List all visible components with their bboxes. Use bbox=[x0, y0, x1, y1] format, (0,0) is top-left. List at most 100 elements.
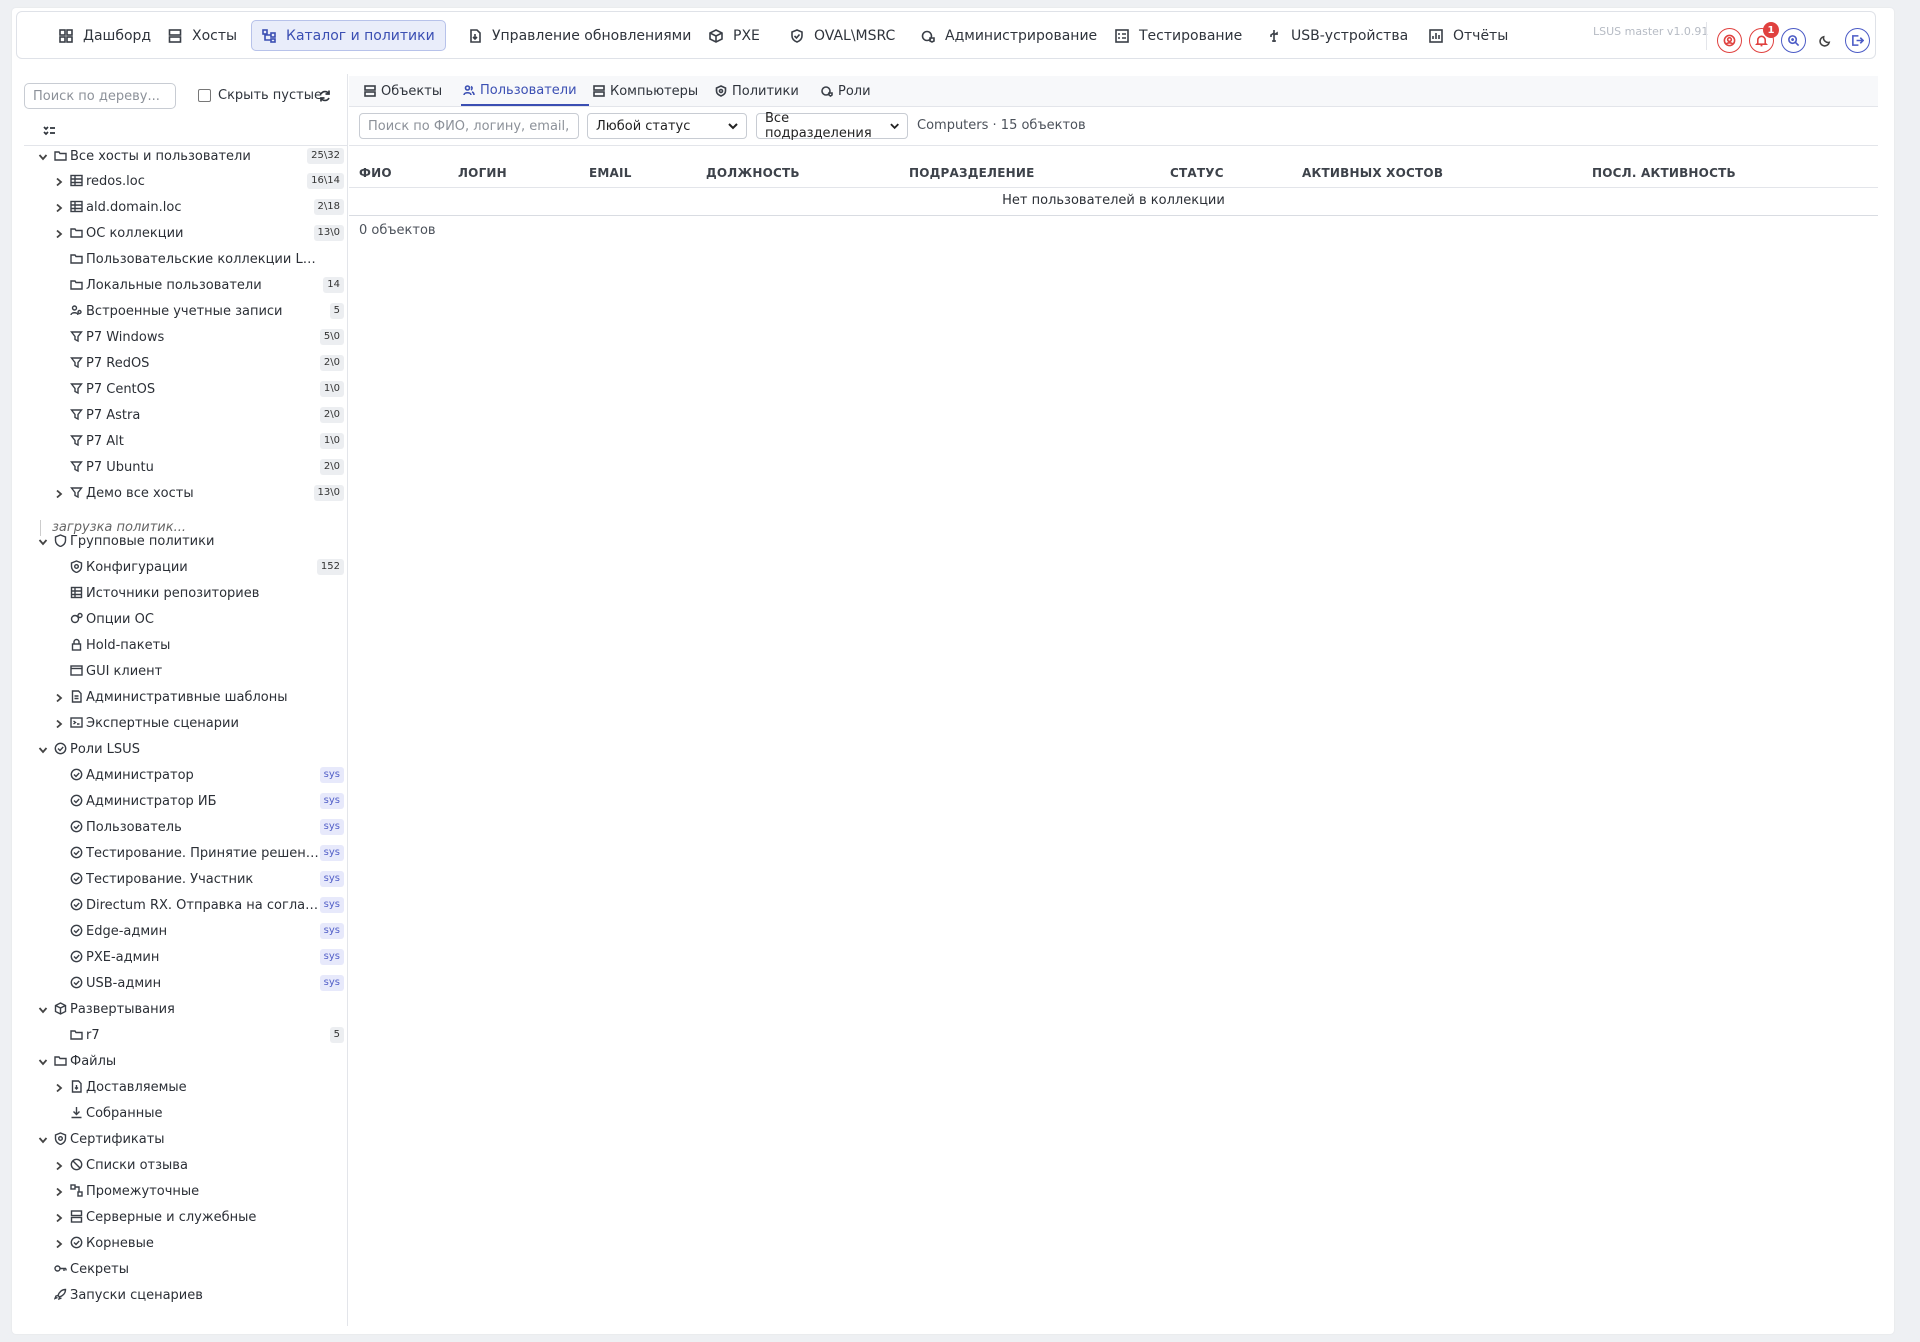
tree-item[interactable]: ald.domain.loc 2\18 bbox=[24, 195, 344, 219]
tree-item[interactable]: Развертывания bbox=[24, 997, 344, 1021]
tree-item[interactable]: Конфигурации 152 bbox=[24, 555, 344, 579]
tree-item[interactable]: Роли LSUS bbox=[24, 737, 344, 761]
tree-item[interactable]: Серверные и служебные bbox=[24, 1205, 344, 1229]
column-header-fio[interactable]: ФИО bbox=[359, 166, 392, 180]
column-header-department[interactable]: ПОДРАЗДЕЛЕНИЕ bbox=[909, 166, 1034, 180]
tree-item[interactable]: Списки отзыва bbox=[24, 1153, 344, 1177]
tree-item[interactable]: Тестирование. Участник sys bbox=[24, 867, 344, 891]
nav-administration[interactable]: Администрирование bbox=[911, 20, 1107, 51]
tree-item[interactable]: PXE-админ sys bbox=[24, 945, 344, 969]
chevron-down-icon[interactable] bbox=[38, 151, 48, 161]
chevron-down-icon[interactable] bbox=[38, 1004, 48, 1014]
tree-item[interactable]: Р7 CentOS 1\0 bbox=[24, 377, 344, 401]
hide-empty-toggle[interactable]: Скрыть пустые bbox=[198, 88, 322, 103]
tree-item[interactable]: Промежуточные bbox=[24, 1179, 344, 1203]
tree-item[interactable]: Запуски сценариев bbox=[24, 1283, 344, 1307]
nav-dashboard[interactable]: Дашборд bbox=[49, 20, 161, 51]
tree-item[interactable]: Пользовательские коллекции LSUS bbox=[24, 247, 344, 271]
tab-policies[interactable]: Политики bbox=[715, 76, 799, 106]
tree-item[interactable]: Опции ОС bbox=[24, 607, 344, 631]
collapse-all-icon[interactable] bbox=[42, 122, 56, 136]
tab-users[interactable]: Пользователи bbox=[461, 76, 589, 106]
tree-item[interactable]: Демо все хосты 13\0 bbox=[24, 481, 344, 505]
chevron-right-icon[interactable] bbox=[54, 1212, 64, 1223]
theme-toggle-button[interactable] bbox=[1813, 28, 1838, 53]
tree-item[interactable]: Экспертные сценарии bbox=[24, 711, 344, 735]
tree-item[interactable]: Тестирование. Принятие решений sys bbox=[24, 841, 344, 865]
user-profile-button[interactable] bbox=[1717, 28, 1742, 53]
column-header-active-hosts[interactable]: АКТИВНЫХ ХОСТОВ bbox=[1302, 166, 1443, 180]
users-search-input[interactable] bbox=[359, 113, 579, 139]
tree-item-label: Экспертные сценарии bbox=[86, 715, 239, 731]
nav-reports[interactable]: Отчёты bbox=[1419, 20, 1518, 51]
search-zoom-button[interactable] bbox=[1781, 28, 1806, 53]
tree-item[interactable]: Пользователь sys bbox=[24, 815, 344, 839]
tree-item[interactable]: Edge-админ sys bbox=[24, 919, 344, 943]
tree-item[interactable]: Все хосты и пользователи 25\32 bbox=[24, 144, 344, 168]
tree-item[interactable]: ОС коллекции 13\0 bbox=[24, 221, 344, 245]
chevron-right-icon[interactable] bbox=[54, 1238, 64, 1249]
nav-catalog-policies[interactable]: Каталог и политики bbox=[251, 20, 446, 51]
tree-item[interactable]: r7 5 bbox=[24, 1023, 344, 1047]
tree-item[interactable]: Файлы bbox=[24, 1049, 344, 1073]
chevron-right-icon[interactable] bbox=[54, 488, 64, 499]
chevron-right-icon[interactable] bbox=[54, 1160, 64, 1171]
tree-item[interactable]: Сертификаты bbox=[24, 1127, 344, 1151]
tree-item[interactable]: Р7 Windows 5\0 bbox=[24, 325, 344, 349]
refresh-icon[interactable] bbox=[318, 88, 332, 102]
tree-item[interactable]: Корневые bbox=[24, 1231, 344, 1255]
column-header-status[interactable]: СТАТУС bbox=[1170, 166, 1224, 180]
tree-item[interactable]: Встроенные учетные записи 5 bbox=[24, 299, 344, 323]
chevron-down-icon[interactable] bbox=[38, 744, 48, 754]
tree-item[interactable]: USB-админ sys bbox=[24, 971, 344, 995]
department-filter-select[interactable]: Все подразделения bbox=[756, 111, 908, 141]
chevron-right-icon[interactable] bbox=[54, 692, 64, 703]
tree-item[interactable]: Р7 Alt 1\0 bbox=[24, 429, 344, 453]
nav-pxe[interactable]: PXE bbox=[699, 20, 770, 51]
column-header-position[interactable]: ДОЛЖНОСТЬ bbox=[706, 166, 800, 180]
server-icon bbox=[593, 85, 605, 97]
tree-item[interactable]: Секреты bbox=[24, 1257, 344, 1281]
chevron-right-icon[interactable] bbox=[54, 1186, 64, 1197]
status-filter-select[interactable]: Любой статус bbox=[587, 113, 747, 139]
tree-item[interactable]: Административные шаблоны bbox=[24, 685, 344, 709]
tab-roles[interactable]: Роли bbox=[821, 76, 871, 106]
tree-item[interactable]: Р7 RedOS 2\0 bbox=[24, 351, 344, 375]
logout-button[interactable] bbox=[1845, 28, 1870, 53]
tree-item[interactable]: Администратор sys bbox=[24, 763, 344, 787]
tree-item[interactable]: redos.loc 16\14 bbox=[24, 169, 344, 193]
notifications-button[interactable]: 1 bbox=[1749, 22, 1779, 53]
nav-testing[interactable]: Тестирование bbox=[1105, 20, 1252, 51]
column-header-email[interactable]: EMAIL bbox=[589, 166, 632, 180]
tree-item[interactable]: Доставляемые bbox=[24, 1075, 344, 1099]
tree-item[interactable]: Р7 Astra 2\0 bbox=[24, 403, 344, 427]
folder-icon bbox=[70, 278, 83, 291]
chevron-down-icon[interactable] bbox=[38, 536, 48, 546]
tab-computers[interactable]: Компьютеры bbox=[593, 76, 698, 106]
chevron-right-icon[interactable] bbox=[54, 202, 64, 213]
tree-item-label: Административные шаблоны bbox=[86, 689, 288, 705]
chevron-right-icon[interactable] bbox=[54, 228, 64, 239]
tree-item[interactable]: Собранные bbox=[24, 1101, 344, 1125]
nav-usb-devices[interactable]: USB-устройства bbox=[1257, 20, 1418, 51]
chevron-right-icon[interactable] bbox=[54, 718, 64, 729]
hide-empty-checkbox[interactable] bbox=[198, 89, 211, 102]
nav-update-management[interactable]: Управление обновлениями bbox=[458, 20, 701, 51]
chevron-right-icon[interactable] bbox=[54, 176, 64, 187]
column-header-last-activity[interactable]: ПОСЛ. АКТИВНОСТЬ bbox=[1592, 166, 1736, 180]
chevron-down-icon[interactable] bbox=[38, 1056, 48, 1066]
tree-item[interactable]: Источники репозиториев bbox=[24, 581, 344, 605]
chevron-down-icon[interactable] bbox=[38, 1134, 48, 1144]
nav-hosts[interactable]: Хосты bbox=[158, 20, 247, 51]
tree-item[interactable]: GUI клиент bbox=[24, 659, 344, 683]
tree-item[interactable]: Администратор ИБ sys bbox=[24, 789, 344, 813]
tree-item[interactable]: Directum RX. Отправка на согласованиеsys bbox=[24, 893, 344, 917]
nav-oval-msrc[interactable]: OVAL\MSRC bbox=[780, 20, 905, 51]
tree-item[interactable]: Р7 Ubuntu 2\0 bbox=[24, 455, 344, 479]
tree-item[interactable]: Локальные пользователи 14 bbox=[24, 273, 344, 297]
column-header-login[interactable]: ЛОГИН bbox=[458, 166, 507, 180]
tree-search-input[interactable] bbox=[24, 83, 176, 109]
tab-objects[interactable]: Объекты bbox=[364, 76, 442, 106]
chevron-right-icon[interactable] bbox=[54, 1082, 64, 1093]
tree-item[interactable]: Hold-пакеты bbox=[24, 633, 344, 657]
